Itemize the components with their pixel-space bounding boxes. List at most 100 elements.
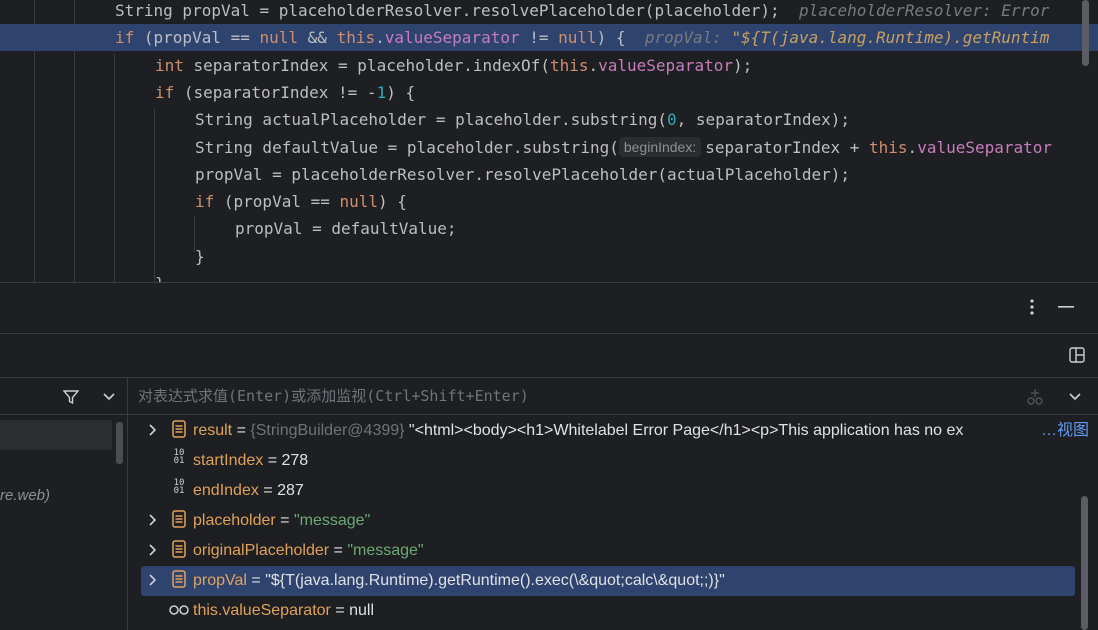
- variable-row[interactable]: 10 01 startIndex = 278: [128, 446, 1078, 476]
- chevron-right-icon[interactable]: [143, 566, 163, 596]
- code-line-current[interactable]: if (propVal == null && this.valueSeparat…: [0, 24, 1098, 52]
- code-line[interactable]: }: [0, 243, 1098, 270]
- variable-value: 278: [281, 452, 309, 469]
- variable-name: originalPlaceholder: [193, 542, 330, 559]
- chevron-down-icon[interactable]: [98, 386, 120, 408]
- evaluate-input[interactable]: 对表达式求值(Enter)或添加监视(Ctrl+Shift+Enter): [138, 385, 529, 406]
- watch-icon: [168, 596, 190, 626]
- filter-icon[interactable]: [60, 386, 82, 408]
- variable-value: "message": [293, 512, 371, 529]
- variable-value: "message": [347, 542, 424, 559]
- chevron-down-icon[interactable]: [1064, 386, 1086, 408]
- frame-item[interactable]: re.web): [0, 487, 50, 504]
- code-text: propVal = defaultValue;: [235, 215, 457, 242]
- view-value-link[interactable]: …视图: [1041, 416, 1090, 446]
- primitive-field-icon: 10 01: [173, 478, 185, 496]
- code-line[interactable]: propVal = defaultValue;: [0, 215, 1098, 242]
- code-editor[interactable]: String propVal = placeholderResolver.res…: [0, 0, 1098, 282]
- variable-separator: =: [263, 452, 282, 469]
- variables-scrollbar[interactable]: [1081, 496, 1088, 630]
- code-token: (propVal ==: [134, 28, 260, 48]
- layout-icon[interactable]: [1066, 344, 1088, 366]
- code-token: &&: [298, 28, 337, 48]
- variable-text: endIndex = 287: [193, 476, 304, 506]
- debug-toolbar: [0, 282, 1098, 333]
- param-hint: beginIndex:: [618, 136, 702, 157]
- variable-value: null: [349, 602, 374, 619]
- chevron-right-icon[interactable]: [143, 506, 163, 536]
- code-text: }: [155, 270, 165, 282]
- code-line[interactable]: String defaultValue = placeholder.substr…: [0, 134, 1098, 161]
- code-token: 1: [376, 82, 387, 102]
- variable-name: startIndex: [193, 452, 264, 469]
- code-text: String propVal = placeholderResolver.res…: [115, 0, 1049, 24]
- code-line[interactable]: propVal = placeholderResolver.resolvePla…: [0, 161, 1098, 188]
- variable-name: placeholder: [193, 512, 276, 529]
- code-line[interactable]: String actualPlaceholder = placeholder.s…: [0, 106, 1098, 133]
- chevron-right-icon[interactable]: [143, 416, 163, 446]
- variable-separator: =: [329, 542, 348, 559]
- code-line[interactable]: String propVal = placeholderResolver.res…: [0, 0, 1098, 24]
- code-text: }: [195, 243, 205, 270]
- variable-row[interactable]: this.valueSeparator = null: [128, 596, 1078, 626]
- variable-row[interactable]: 10 01 endIndex = 287: [128, 476, 1078, 506]
- variable-separator: =: [330, 602, 350, 619]
- code-token: }: [155, 274, 165, 282]
- code-token: null: [558, 28, 597, 48]
- code-text: if (propVal == null && this.valueSeparat…: [115, 24, 1049, 51]
- frame-selected[interactable]: [0, 420, 112, 450]
- variable-row[interactable]: propVal = "${T(java.lang.Runtime).getRun…: [141, 566, 1075, 596]
- code-text: if (separatorIndex != -1) {: [155, 79, 415, 106]
- code-token: separatorIndex = placeholder.indexOf(: [183, 55, 550, 75]
- variable-row[interactable]: originalPlaceholder = "message": [128, 536, 1078, 566]
- code-line[interactable]: }: [0, 270, 1098, 282]
- code-token: int: [155, 55, 184, 75]
- inline-debug-value: "${T(java.lang.Runtime).getRuntim: [731, 28, 1050, 48]
- variable-text: originalPlaceholder = "message": [193, 536, 424, 566]
- code-token: this: [336, 28, 376, 48]
- add-watch-icon[interactable]: [1024, 386, 1046, 408]
- code-text: propVal = placeholderResolver.resolvePla…: [195, 161, 850, 188]
- variable-name: propVal: [193, 572, 247, 589]
- variable-separator: =: [232, 422, 251, 439]
- variable-name: result: [193, 422, 233, 439]
- code-token: 0: [667, 110, 677, 130]
- frames-panel: re.web): [0, 377, 128, 630]
- code-line[interactable]: int separatorIndex = placeholder.indexOf…: [0, 52, 1098, 79]
- code-line[interactable]: if (propVal == null) {: [0, 188, 1098, 215]
- code-token: .: [588, 55, 599, 75]
- variable-text: this.valueSeparator = null: [193, 596, 374, 626]
- evaluate-bar[interactable]: 对表达式求值(Enter)或添加监视(Ctrl+Shift+Enter): [128, 378, 1098, 415]
- variable-name: endIndex: [193, 482, 259, 499]
- chevron-right-icon[interactable]: [143, 536, 163, 566]
- code-text: int separatorIndex = placeholder.indexOf…: [155, 52, 752, 79]
- more-vertical-icon[interactable]: [1020, 295, 1044, 319]
- code-token: if: [115, 28, 135, 48]
- minimize-icon[interactable]: [1054, 295, 1078, 319]
- code-token: !=: [519, 28, 559, 48]
- code-token: String defaultValue = placeholder.substr…: [195, 137, 619, 157]
- variable-name: this.valueSeparator: [193, 602, 331, 619]
- code-token: valueSeparator: [598, 55, 733, 75]
- gutter: [0, 24, 34, 52]
- code-token: valueSeparator: [917, 137, 1053, 157]
- code-token: separatorIndex +: [705, 137, 870, 157]
- variable-text: result = {StringBuilder@4399} "<html><bo…: [193, 416, 963, 446]
- code-token: , separatorIndex);: [676, 110, 851, 130]
- code-token: propVal = defaultValue;: [235, 219, 457, 239]
- code-token: String actualPlaceholder = placeholder.s…: [195, 110, 668, 130]
- variable-row[interactable]: result = {StringBuilder@4399} "<html><bo…: [128, 416, 1090, 446]
- code-token: null: [339, 192, 379, 212]
- code-token: }: [195, 246, 205, 266]
- code-text: if (propVal == null) {: [195, 188, 407, 215]
- variable-value: "<html><body><h1>Whitelabel Error Page</…: [404, 422, 964, 439]
- editor-scrollbar[interactable]: [1082, 0, 1089, 66]
- frames-scrollbar[interactable]: [116, 422, 123, 464]
- debug-subtoolbar: [0, 333, 1098, 378]
- object-field-icon: [170, 416, 188, 446]
- variable-row[interactable]: placeholder = "message": [128, 506, 1078, 536]
- code-token: this: [549, 55, 589, 75]
- code-line[interactable]: if (separatorIndex != -1) {: [0, 79, 1098, 106]
- object-field-icon: [170, 506, 188, 536]
- variable-value: 287: [277, 482, 304, 499]
